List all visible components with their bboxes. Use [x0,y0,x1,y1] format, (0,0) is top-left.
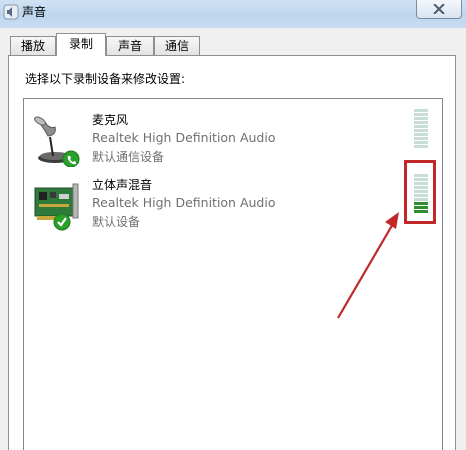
list-item-stereo-mix[interactable]: 立体声混音 Realtek High Definition Audio 默认设备 [24,176,444,240]
device-name: 麦克风 [92,113,129,127]
meter-segment [414,129,428,132]
meter-segment [414,145,428,148]
level-meter-microphone [414,109,428,149]
tab-sounds[interactable]: 声音 [106,36,154,55]
annotation-highlight-box [404,160,436,224]
sound-card-icon [34,183,79,231]
list-item-microphone[interactable]: 麦克风 Realtek High Definition Audio 默认通信设备 [24,111,444,175]
device-name: 立体声混音 [92,178,153,192]
meter-segment [414,109,428,112]
phone-badge-icon [67,156,76,165]
device-list[interactable]: 麦克风 Realtek High Definition Audio 默认通信设备… [23,98,443,450]
meter-segment [414,121,428,124]
meter-segment [414,125,428,128]
device-description: Realtek High Definition Audio [92,130,276,145]
tab-playback[interactable]: 播放 [10,36,56,55]
device-description: Realtek High Definition Audio [92,195,276,210]
tab-recording[interactable]: 录制 [56,33,106,56]
close-button[interactable] [416,0,462,19]
window-title: 声音 [22,5,47,19]
speaker-icon [3,4,19,20]
meter-segment [414,133,428,136]
device-status: 默认通信设备 [92,150,165,164]
meter-segment [414,117,428,120]
instruction-text: 选择以下录制设备来修改设置: [25,72,186,86]
meter-segment [414,137,428,140]
close-icon [433,4,445,14]
meter-segment [414,141,428,144]
device-status: 默认设备 [92,215,141,229]
title-bar: 声音 [0,0,466,28]
tab-communications[interactable]: 通信 [154,36,200,55]
meter-segment [414,113,428,116]
